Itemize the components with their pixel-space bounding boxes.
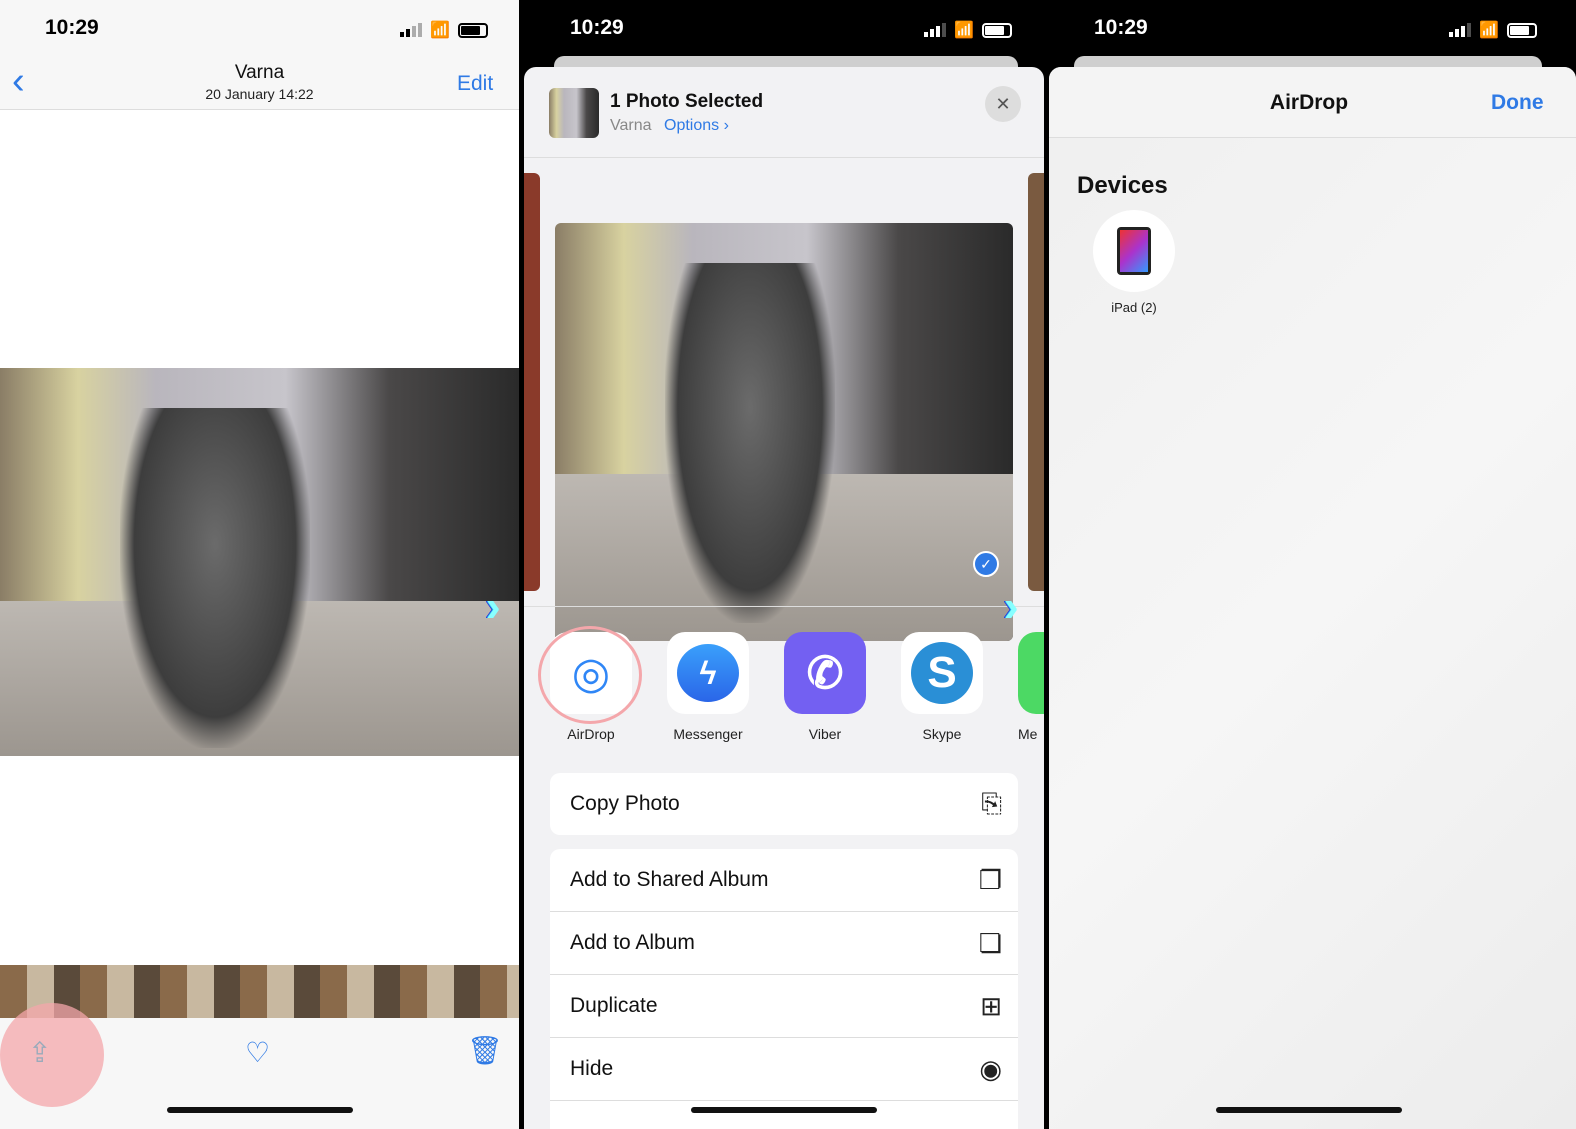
wifi-icon: 📶 xyxy=(1479,22,1499,39)
viber-icon: ✆ xyxy=(784,632,866,714)
status-icons: 📶 xyxy=(924,20,1012,40)
action-label: Add to Shared Album xyxy=(570,868,769,891)
add-to-album-action[interactable]: Add to Album ❏ xyxy=(550,912,1018,975)
share-sheet-panel: 10:29 📶 1 Photo Selected Varna Options ›… xyxy=(524,0,1044,1129)
copy-icon: ⎘ xyxy=(981,788,1002,818)
status-icons: 📶 xyxy=(400,20,488,40)
status-icons: 📶 xyxy=(1449,20,1537,40)
battery-icon xyxy=(457,22,488,38)
photos-viewer-panel: 10:29 📶 ‹ Varna 20 January 14:22 Edit ⇪ … xyxy=(0,0,519,1129)
app-label: Skype xyxy=(922,726,962,742)
more-action[interactable] xyxy=(550,1101,1018,1129)
location-label: Varna xyxy=(610,117,652,134)
signal-icon xyxy=(400,23,422,37)
trash-icon[interactable]: 🗑 xyxy=(467,1034,503,1067)
status-time: 10:29 xyxy=(570,16,624,39)
signal-icon xyxy=(1449,23,1471,37)
app-label: Viber xyxy=(808,726,842,742)
close-button[interactable]: ✕ xyxy=(985,86,1021,122)
dog-photo xyxy=(0,368,519,756)
wifi-icon: 📶 xyxy=(954,22,974,39)
photo-date: 20 January 14:22 xyxy=(205,86,314,102)
selected-photo[interactable] xyxy=(555,223,1013,641)
eye-slash-icon: ◉ xyxy=(979,1053,1002,1084)
airdrop-highlight xyxy=(538,626,642,724)
duplicate-icon: ⊞ xyxy=(980,990,1002,1021)
airdrop-panel: 10:29 📶 AirDrop Done Devices iPad (2) xyxy=(1049,0,1576,1129)
add-album-icon: ❏ xyxy=(978,927,1002,958)
photo-thumbnail xyxy=(549,88,599,138)
home-indicator xyxy=(1216,1107,1402,1113)
checkmark-icon[interactable]: ✓ xyxy=(973,551,999,577)
header-divider xyxy=(524,157,1044,158)
app-label: Me xyxy=(1018,726,1038,742)
divider xyxy=(524,606,1044,607)
action-label: Add to Album xyxy=(570,931,695,954)
action-label: Hide xyxy=(570,1057,614,1080)
options-chevron-icon: › xyxy=(723,117,729,134)
home-indicator xyxy=(691,1107,877,1113)
share-highlight xyxy=(0,1003,104,1107)
device-name: iPad (2) xyxy=(1111,300,1157,315)
app-label: AirDrop xyxy=(567,726,615,742)
app-messenger[interactable]: ϟ Messenger xyxy=(667,632,749,742)
messenger-icon: ϟ xyxy=(667,632,749,714)
ipad-device-button[interactable] xyxy=(1093,210,1175,292)
shared-album-icon: ❐ xyxy=(978,864,1002,895)
devices-heading: Devices xyxy=(1077,172,1168,199)
status-time: 10:29 xyxy=(45,16,99,39)
skype-icon: S xyxy=(901,632,983,714)
duplicate-action[interactable]: Duplicate ⊞ xyxy=(550,975,1018,1038)
heart-icon[interactable]: ♡ xyxy=(245,1036,270,1069)
options-button[interactable]: Options › xyxy=(664,117,729,135)
battery-icon xyxy=(981,22,1012,38)
copy-photo-action[interactable]: Copy Photo ⎘ xyxy=(550,773,1018,835)
action-label: Copy Photo xyxy=(570,792,680,815)
status-time: 10:29 xyxy=(1094,16,1148,39)
home-indicator xyxy=(167,1107,353,1113)
album-title: Varna xyxy=(234,62,285,83)
step-arrow-icon: ›››› xyxy=(484,582,496,631)
action-label: Duplicate xyxy=(570,994,658,1017)
prev-photo-peek[interactable] xyxy=(524,173,540,591)
hide-action[interactable]: Hide ◉ xyxy=(550,1038,1018,1101)
ipad-icon xyxy=(1117,227,1151,275)
app-skype[interactable]: S Skype xyxy=(901,632,983,742)
add-shared-album-action[interactable]: Add to Shared Album ❐ xyxy=(550,849,1018,912)
done-button[interactable]: Done xyxy=(1491,91,1544,115)
wifi-icon: 📶 xyxy=(430,22,450,39)
sheet-title: 1 Photo Selected xyxy=(610,91,764,112)
signal-icon xyxy=(924,23,946,37)
app-messages[interactable]: Me xyxy=(1018,632,1044,742)
messages-icon xyxy=(1018,632,1044,714)
next-photo-peek[interactable] xyxy=(1028,173,1044,591)
app-label: Messenger xyxy=(673,726,743,742)
app-viber[interactable]: ✆ Viber xyxy=(784,632,866,742)
edit-button[interactable]: Edit xyxy=(457,72,493,96)
options-label: Options xyxy=(664,117,720,134)
share-icon[interactable]: ⇪ xyxy=(28,1036,51,1069)
battery-icon xyxy=(1506,22,1537,38)
step-arrow-icon: ›››› xyxy=(1002,582,1014,631)
